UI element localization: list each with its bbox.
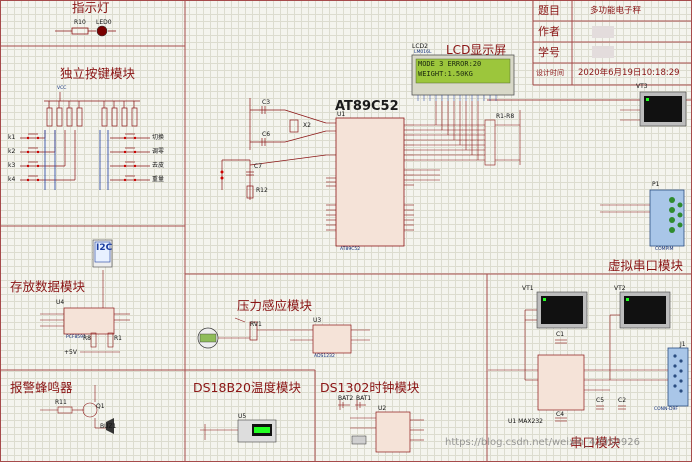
max232-label: U1 MAX232 (508, 418, 543, 425)
key-module-title: 独立按键模块 (60, 66, 136, 81)
led0-label: LED0 (96, 19, 112, 26)
u2-label: U2 (378, 405, 387, 412)
ds1302-module-title: DS1302时钟模块 (320, 380, 420, 395)
q1-label: Q1 (96, 403, 105, 410)
vt1-label: VT1 (522, 285, 534, 292)
lcd-line-2: WEIGHT:1.50KG (418, 70, 473, 78)
buz1-label: BUZ1 (100, 423, 117, 430)
key-right-3-label: 去皮 (152, 162, 165, 169)
j1-label: J1 (680, 341, 686, 348)
key-4-label: k4 (8, 176, 16, 183)
tb-time-value: 2020年6月19日10:18:29 (578, 68, 680, 78)
bat1-label: BAT1 (356, 395, 372, 402)
vt2-label: VT2 (614, 285, 626, 292)
storage-module-title: 存放数据模块 (10, 279, 86, 294)
key-right-2-label: 调零 (152, 148, 165, 155)
key-right-4-label: 重量 (152, 176, 165, 183)
c7-label: C7 (254, 163, 263, 170)
i2c-badge: I2C (96, 243, 113, 253)
r12-label: R12 (256, 187, 268, 194)
lcd-module-title: LCD显示屏 (446, 43, 507, 57)
x2-label: X2 (303, 122, 311, 129)
mcu-part: AT89C52 (340, 247, 361, 252)
key-2-label: k2 (8, 148, 16, 155)
lcd-line-1: MODE 3 ERROR:20 (418, 60, 482, 68)
c6-label: C6 (262, 131, 271, 138)
r8-label: R8 (83, 335, 91, 342)
pressure-module-title: 压力感应模块 (237, 298, 313, 313)
key-right-1-label: 切换 (152, 134, 165, 141)
u3-part: ADS1232 (314, 354, 335, 359)
lcd-part: LM016L (414, 50, 432, 55)
c1-label: C1 (556, 331, 565, 338)
u5-label: U5 (238, 413, 247, 420)
alarm-module-title: 报警蜂鸣器 (10, 380, 73, 395)
u3-label: U3 (313, 317, 322, 324)
tb-topic-value: 多功能电子秤 (590, 6, 642, 16)
key-1-label: k1 (8, 134, 16, 141)
serial-module-title: 虚拟串口模块 (608, 258, 684, 273)
u4-label: U4 (56, 299, 65, 306)
plus5v-label: +5V (64, 349, 77, 356)
schematic-canvas: 指示灯 独立按键模块 LCD显示屏 存放数据模块 压力感应模块 报警蜂鸣器 DS… (0, 0, 692, 462)
tb-topic-label: 题目 (538, 4, 560, 17)
r1-label: R1 (114, 335, 122, 342)
c2-label: C2 (618, 397, 627, 404)
tb-time-label: 设计时间 (536, 69, 564, 77)
bat2-label: BAT2 (338, 395, 354, 402)
ds18b20-module-title: DS18B20温度模块 (193, 380, 301, 395)
watermark: https://blog.csdn.net/weixin_43950926 (445, 437, 641, 448)
rn-label: R1-R8 (496, 113, 515, 120)
rv1-label: RV1 (250, 321, 262, 328)
c4-label: C4 (556, 411, 565, 418)
tb-id-label: 学号 (538, 46, 560, 59)
indicator-module-title: 指示灯 (72, 0, 110, 15)
r11-label: R11 (55, 399, 67, 406)
j1-part: CONN-D9F (654, 407, 678, 412)
p1-label: P1 (652, 181, 660, 188)
mcu-ref: U1 (337, 111, 346, 118)
tb-author-label: 作者 (538, 25, 560, 38)
vcc-label: VCC (57, 86, 67, 91)
r10-label: R10 (74, 19, 86, 26)
vt3-label: VT3 (636, 83, 648, 90)
key-3-label: k3 (8, 162, 16, 169)
c3-label: C3 (262, 99, 271, 106)
c5-label: C5 (596, 397, 605, 404)
p1-part: COMPIM (655, 247, 674, 252)
